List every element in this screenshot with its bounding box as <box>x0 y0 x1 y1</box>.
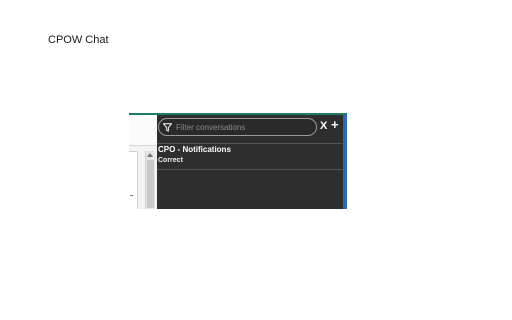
document-title: CPOW Chat <box>48 34 109 46</box>
conversation-item[interactable]: CPO - Notifications Correct <box>157 143 343 170</box>
left-pane-content <box>129 151 138 209</box>
left-pane <box>129 115 157 209</box>
filter-icon <box>163 123 172 132</box>
conversation-preview: Correct <box>158 157 183 164</box>
close-button[interactable]: X <box>320 119 327 133</box>
dash-mark <box>130 195 133 196</box>
screenshot-frame: X + CPO - Notifications Correct <box>129 113 347 209</box>
add-conversation-button[interactable]: + <box>331 118 339 132</box>
chat-panel: X + CPO - Notifications Correct <box>157 115 343 209</box>
scroll-up-icon[interactable] <box>147 153 153 157</box>
left-pane-scrollbar[interactable] <box>145 151 155 209</box>
filter-conversations-input[interactable] <box>176 120 306 134</box>
right-edge-bar <box>343 115 347 209</box>
conversation-title: CPO - Notifications <box>158 145 231 154</box>
filter-box[interactable] <box>158 118 317 136</box>
scrollbar-thumb[interactable] <box>147 160 154 208</box>
left-pane-header <box>129 115 157 146</box>
